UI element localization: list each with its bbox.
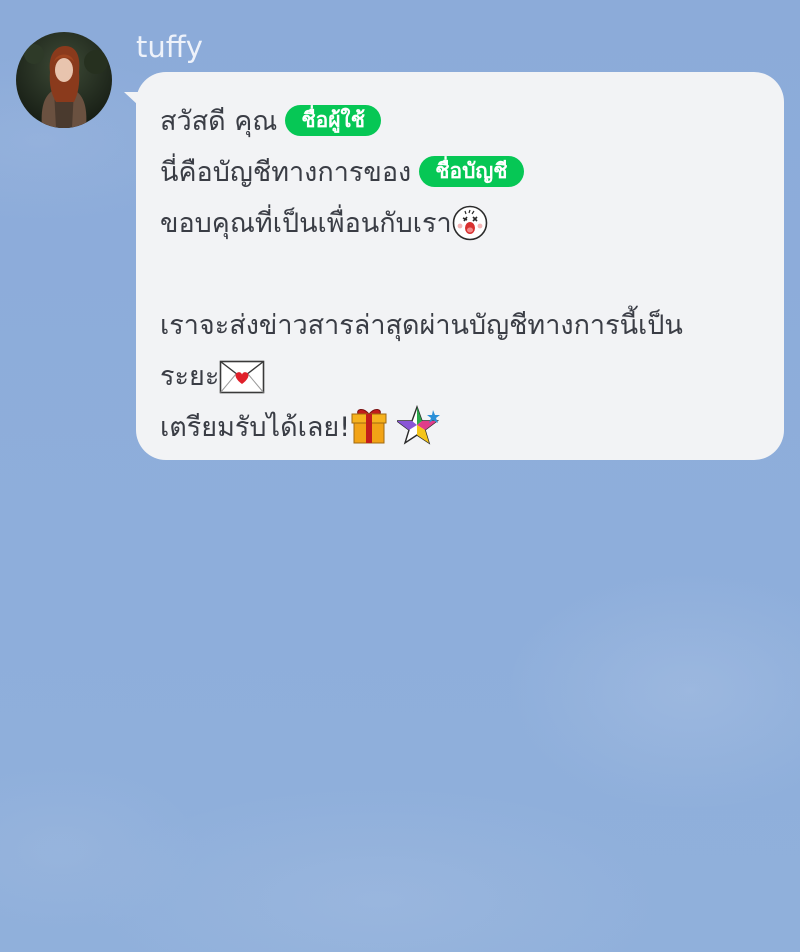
gift-box-emoji-icon: [350, 405, 388, 462]
greeting-line: สวัสดี คุณ ชื่อผู้ใช้: [160, 96, 764, 147]
account-text: นี่คือบัญชีทางการของ: [160, 157, 412, 188]
news-line-continued: ระยะ: [160, 351, 764, 402]
account-line: นี่คือบัญชีทางการของ ชื่อบัญชี: [160, 147, 764, 198]
thanks-text: ขอบคุณที่เป็นเพื่อนกับเรา: [160, 208, 452, 239]
sender-avatar[interactable]: [16, 32, 112, 128]
ready-text: เตรียมรับได้เลย!: [160, 412, 351, 443]
account-name-tag: ชื่อบัญชี: [419, 156, 524, 187]
sparkle-star-emoji-icon: [394, 404, 441, 462]
user-photo-avatar-icon: [16, 32, 112, 128]
greeting-text: สวัสดี คุณ: [160, 106, 278, 137]
sticker-face-emoji-icon: [452, 205, 488, 258]
thanks-line: ขอบคุณที่เป็นเพื่อนกับเรา: [160, 198, 764, 249]
news-text-continued: ระยะ: [160, 361, 220, 392]
ready-line: เตรียมรับได้เลย!: [160, 402, 764, 453]
news-text: เราจะส่งข่าวสารล่าสุดผ่านบัญชีทางการนี้เ…: [160, 310, 683, 341]
sender-name: tuffy: [136, 30, 203, 64]
message-bubble[interactable]: สวัสดี คุณ ชื่อผู้ใช้ นี่คือบัญชีทางการขอ…: [136, 72, 784, 460]
news-line: เราจะส่งข่าวสารล่าสุดผ่านบัญชีทางการนี้เ…: [160, 300, 764, 351]
username-tag: ชื่อผู้ใช้: [285, 105, 382, 136]
